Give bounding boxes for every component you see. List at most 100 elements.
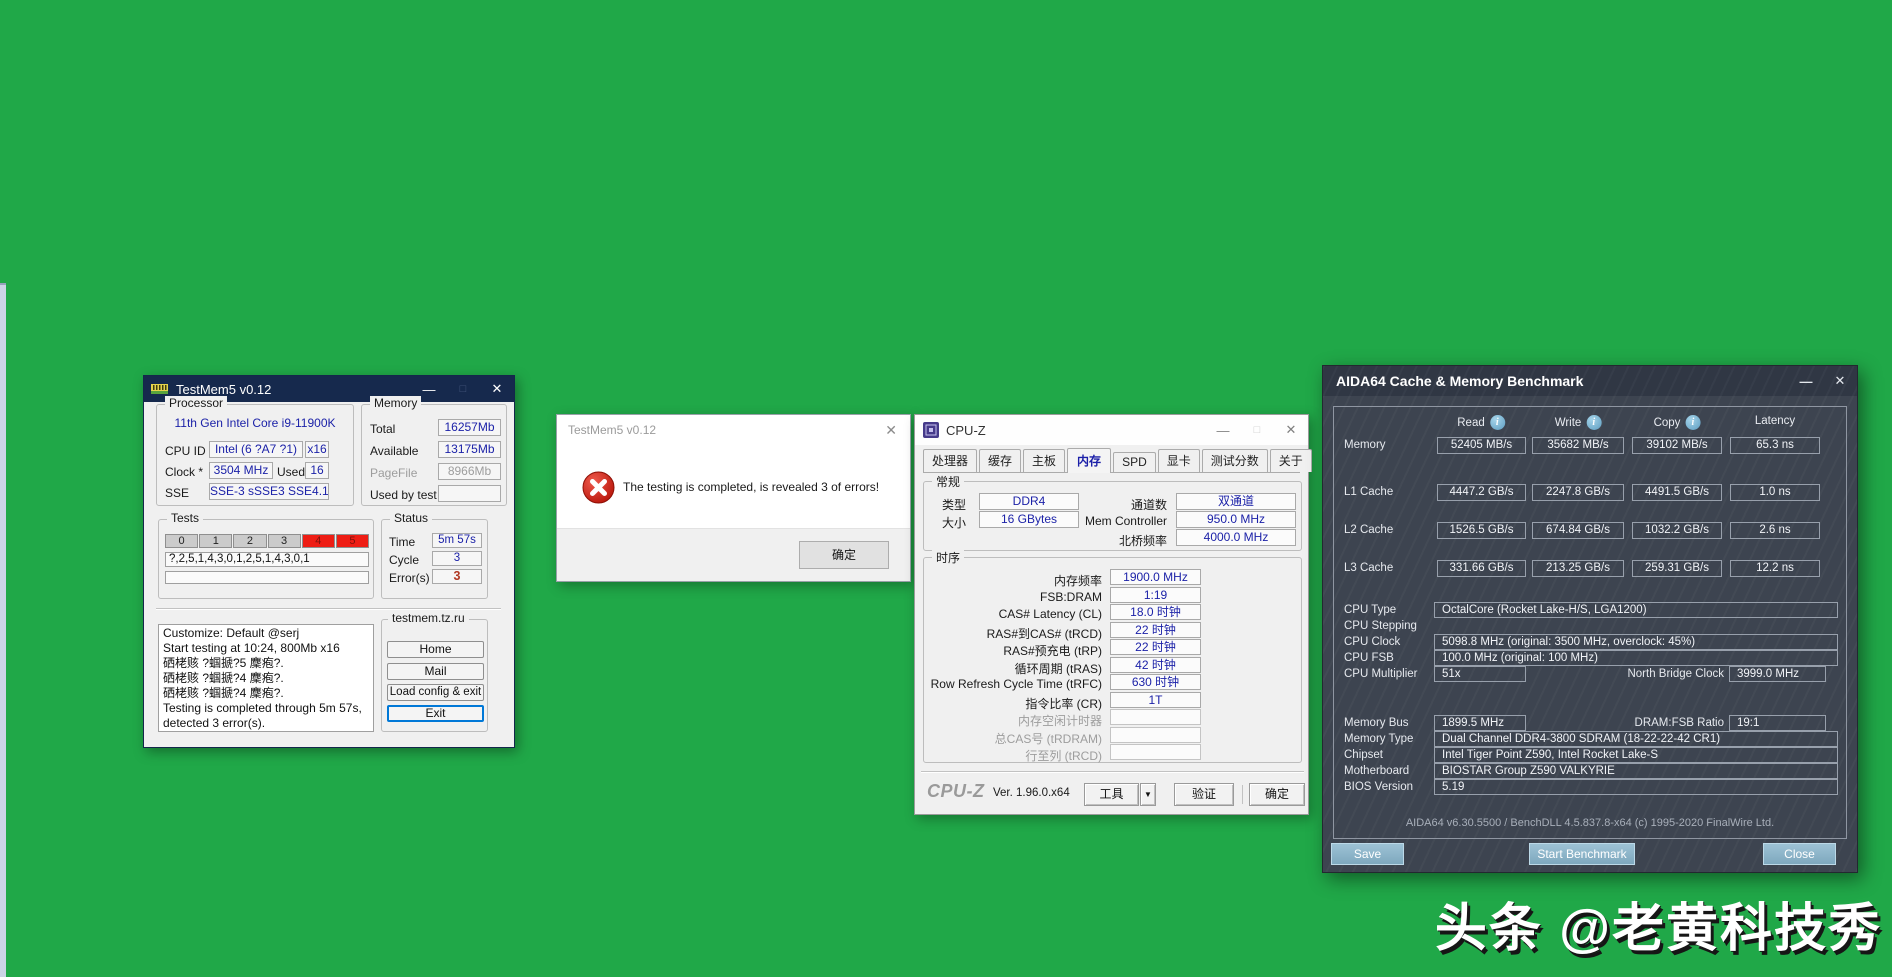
close-icon[interactable]: ✕ [480, 376, 514, 402]
pagefile-value: 8966Mb [438, 463, 501, 480]
tab-spd[interactable]: SPD [1113, 452, 1156, 472]
close-button[interactable]: Close [1763, 843, 1836, 865]
timings-group-caption: 时序 [932, 549, 965, 566]
test-cell-1[interactable]: 1 [199, 534, 233, 548]
tras-label: 循环周期 (tRAS) [1014, 662, 1102, 676]
tools-dropdown-icon[interactable]: ▼ [1140, 783, 1156, 806]
maximize-icon[interactable]: □ [1240, 415, 1274, 445]
trfc-value: 630 时钟 [1110, 674, 1201, 690]
log-line: 硒栳赅 ?蝈搋?4 麇疱?. [163, 671, 284, 685]
l1-latency: 1.0 ns [1730, 484, 1820, 501]
time-label: Time [389, 535, 416, 549]
log-line: Testing is completed through 5m 57s, [163, 701, 362, 715]
cpuz-titlebar[interactable]: CPU-Z — □ ✕ [915, 415, 1308, 445]
northbridge-freq-value: 4000.0 MHz [1176, 529, 1296, 546]
dram-fsb-ratio-label: DRAM:FSB Ratio [1634, 717, 1724, 729]
l3-read: 331.66 GB/s [1437, 560, 1526, 577]
dialog-title: TestMem5 v0.12 [568, 423, 657, 437]
l1-copy: 4491.5 GB/s [1632, 484, 1722, 501]
tab-memory[interactable]: 内存 [1067, 448, 1112, 473]
home-button[interactable]: Home [387, 641, 484, 658]
fsb-dram-value: 1:19 [1110, 587, 1201, 603]
aida64-version-line: AIDA64 v6.30.5500 / BenchDLL 4.5.837.8-x… [1405, 817, 1775, 829]
exit-button[interactable]: Exit [387, 705, 484, 722]
memory-write: 35682 MB/s [1532, 437, 1624, 454]
cpuz-title: CPU-Z [946, 422, 986, 438]
tab-caches[interactable]: 缓存 [979, 449, 1022, 472]
cas-latency-label: CAS# Latency (CL) [998, 607, 1102, 621]
l2-copy: 1032.2 GB/s [1632, 522, 1722, 539]
cpuz-logo: CPU-Z [927, 781, 985, 801]
cycle-label: Cycle [389, 553, 420, 567]
memory-type-label: Memory Type [1344, 733, 1414, 745]
memory-read: 52405 MB/s [1437, 437, 1526, 454]
memory-type-value: Dual Channel DDR4-3800 SDRAM (18-22-22-4… [1434, 731, 1838, 747]
ok-button[interactable]: 确定 [799, 541, 889, 569]
close-icon[interactable]: ✕ [885, 422, 897, 439]
row-to-col-value [1110, 744, 1201, 760]
available-label: Available [370, 444, 419, 458]
minimize-icon[interactable]: — [1206, 415, 1240, 445]
status-group-caption: Status [390, 511, 433, 525]
column-header-copy: Copy i [1654, 415, 1701, 430]
tab-about[interactable]: 关于 [1269, 449, 1312, 472]
testmem5-result-dialog: TestMem5 v0.12 ✕ The testing is complete… [556, 414, 911, 582]
total-label: Total [370, 422, 396, 436]
read-header-label: Read [1457, 416, 1485, 429]
tab-processor[interactable]: 处理器 [923, 449, 978, 472]
pagefile-label: PageFile [370, 466, 418, 480]
cycle-value: 3 [432, 551, 482, 566]
watermark: 头条 @老黄科技秀 [1434, 900, 1882, 958]
tools-button[interactable]: 工具 [1084, 783, 1139, 806]
sse-label: SSE [165, 486, 190, 500]
memory-latency: 65.3 ns [1730, 437, 1820, 454]
timings-group: 时序 内存频率 1900.0 MHz FSB:DRAM 1:19 CAS# La… [923, 549, 1302, 763]
maximize-icon[interactable]: □ [446, 376, 480, 402]
log-line: detected 3 error(s). [163, 716, 266, 730]
row-label-memory: Memory [1344, 439, 1386, 451]
info-icon[interactable]: i [1685, 415, 1701, 430]
tab-mainboard[interactable]: 主板 [1023, 449, 1066, 472]
memory-bus-label: Memory Bus [1344, 717, 1409, 729]
cpu-clock-value: 5098.8 MHz (original: 3500 MHz, overcloc… [1434, 634, 1838, 650]
trfc-label: Row Refresh Cycle Time (tRFC) [930, 677, 1102, 691]
close-icon[interactable]: ✕ [1823, 366, 1857, 396]
load-config-exit-button[interactable]: Load config & exit [387, 684, 484, 701]
tab-bench[interactable]: 测试分数 [1201, 449, 1268, 472]
row-label-l1: L1 Cache [1344, 486, 1394, 498]
save-button[interactable]: Save [1331, 843, 1404, 865]
site-group-caption: testmem.tz.ru [388, 611, 469, 625]
test-cell-2[interactable]: 2 [233, 534, 267, 548]
idle-timer-label: 内存空闲计时器 [1017, 714, 1102, 728]
start-benchmark-button[interactable]: Start Benchmark [1529, 843, 1635, 865]
test-cell-4-error[interactable]: 4 [301, 534, 335, 548]
info-icon[interactable]: i [1489, 415, 1505, 430]
dialog-titlebar[interactable]: TestMem5 v0.12 ✕ [557, 415, 910, 445]
channels-value: 双通道 [1176, 493, 1296, 510]
dram-fsb-ratio-value: 19:1 [1729, 715, 1826, 731]
test-cell-3[interactable]: 3 [267, 534, 301, 548]
minimize-icon[interactable]: — [1789, 366, 1823, 396]
tab-graphics[interactable]: 显卡 [1157, 449, 1200, 472]
cpu-name: 11th Gen Intel Core i9-11900K [174, 416, 336, 430]
sse-value: SSE-3 sSSE3 SSE4.1 [209, 483, 329, 500]
validate-button[interactable]: 验证 [1174, 783, 1234, 806]
close-icon[interactable]: ✕ [1274, 415, 1308, 445]
cpuz-window: CPU-Z — □ ✕ 处理器 缓存 主板 内存 SPD 显卡 测试分数 关于 … [914, 414, 1312, 815]
ok-button[interactable]: 确定 [1249, 783, 1305, 806]
bios-version-label: BIOS Version [1344, 781, 1414, 793]
testmem5-app-icon [151, 383, 168, 394]
test-cell-0[interactable]: 0 [165, 534, 199, 548]
mail-button[interactable]: Mail [387, 663, 484, 680]
available-value: 13175Mb [438, 441, 501, 458]
l1-read: 4447.2 GB/s [1437, 484, 1526, 501]
aida64-titlebar[interactable]: AIDA64 Cache & Memory Benchmark — ✕ [1323, 366, 1857, 396]
row-to-col-label: 行至列 (tRCD) [1025, 749, 1102, 763]
site-group: testmem.tz.ru Home Mail Load config & ex… [381, 611, 488, 732]
chipset-value: Intel Tiger Point Z590, Intel Rocket Lak… [1434, 747, 1838, 763]
dialog-message: The testing is completed, is revealed 3 … [623, 480, 880, 494]
cpu-id-value: Intel (6 ?A7 ?1) [209, 441, 303, 458]
test-cell-5-error[interactable]: 5 [335, 534, 370, 548]
info-icon[interactable]: i [1586, 415, 1602, 430]
tras-value: 42 时钟 [1110, 657, 1201, 673]
